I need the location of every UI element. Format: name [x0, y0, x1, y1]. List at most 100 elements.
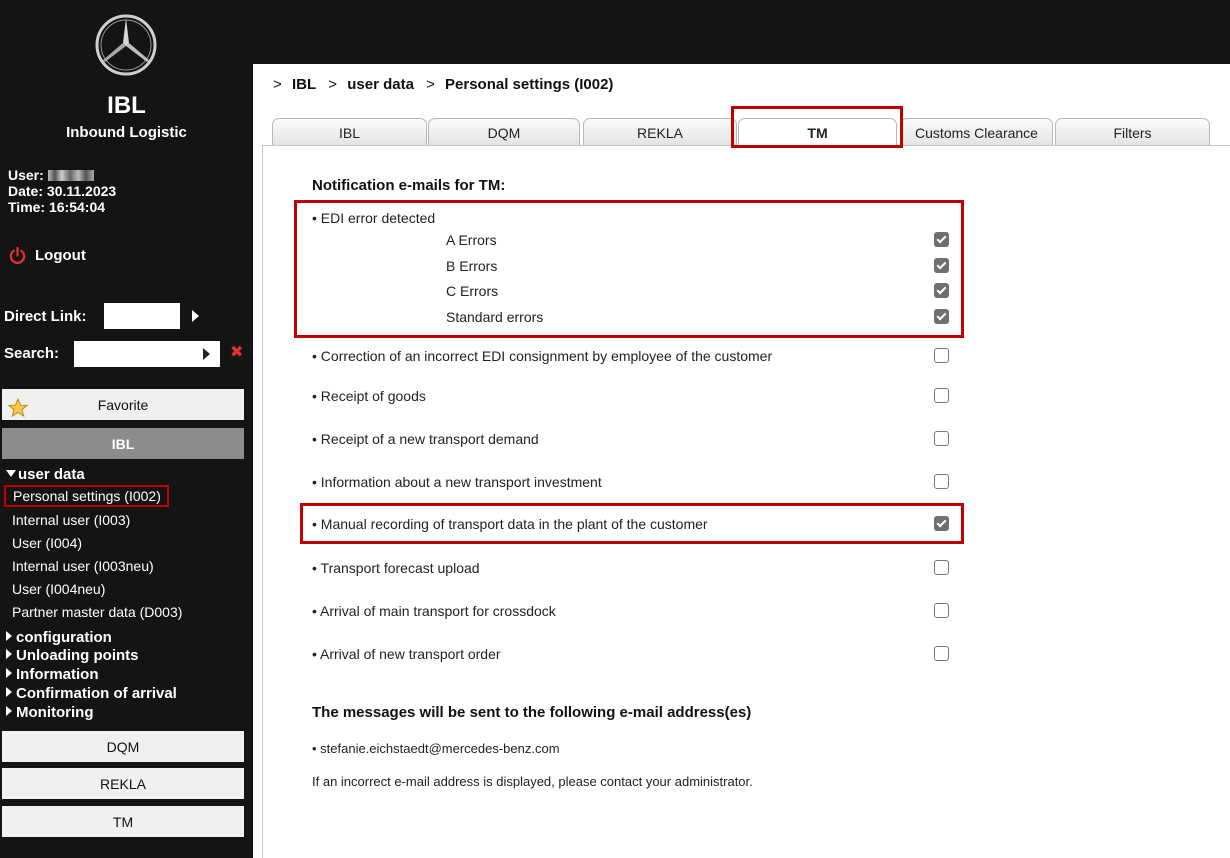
- logout-button[interactable]: Logout: [8, 246, 86, 265]
- direct-link-go-icon[interactable]: [192, 310, 199, 322]
- option-manual-recording-label: • Manual recording of transport data in …: [312, 516, 708, 532]
- direct-link-label: Direct Link:: [4, 307, 87, 325]
- tab-customs-clearance[interactable]: Customs Clearance: [900, 118, 1053, 146]
- tab-bar: IBL DQM REKLA TM Customs Clearance Filte…: [262, 118, 1230, 147]
- tree-user-data-label: user data: [18, 466, 85, 483]
- b-errors-checkbox[interactable]: [934, 258, 949, 273]
- user-name-redacted: [47, 170, 94, 181]
- user-line: User:: [8, 167, 116, 183]
- tree-unloading-points-label: Unloading points: [16, 647, 139, 664]
- tab-rekla[interactable]: REKLA: [583, 118, 737, 146]
- breadcrumb-user-data[interactable]: user data: [347, 76, 414, 93]
- option-transport-investment-label: • Information about a new transport inve…: [312, 474, 602, 490]
- sidebar-item-internal-user-i003neu[interactable]: Internal user (I003neu): [12, 557, 154, 575]
- option-new-order-label: • Arrival of new transport order: [312, 646, 501, 662]
- option-transport-demand-label: • Receipt of a new transport demand: [312, 431, 539, 447]
- sidebar-dqm-button[interactable]: DQM: [2, 731, 244, 762]
- tree-information-label: Information: [16, 666, 99, 683]
- option-forecast-upload-label: • Transport forecast upload: [312, 560, 480, 576]
- tree-information[interactable]: Information: [6, 666, 99, 684]
- recipient-email: • stefanie.eichstaedt@mercedes-benz.com: [312, 741, 560, 756]
- collapsed-icon: [6, 687, 12, 697]
- breadcrumb-separator: >: [426, 76, 435, 93]
- tab-dqm[interactable]: DQM: [428, 118, 580, 146]
- option-correction-label: • Correction of an incorrect EDI consign…: [312, 348, 773, 364]
- collapsed-icon: [6, 631, 12, 641]
- sidebar-item-partner-master-data[interactable]: Partner master data (D003): [12, 603, 182, 621]
- c-errors-checkbox[interactable]: [934, 283, 949, 298]
- search-input[interactable]: [74, 341, 220, 367]
- option-manual-recording-checkbox[interactable]: [934, 516, 949, 531]
- breadcrumb-current: Personal settings (I002): [445, 76, 614, 93]
- logout-label: Logout: [35, 247, 86, 264]
- star-icon: [8, 398, 28, 418]
- recipient-hint: If an incorrect e-mail address is displa…: [312, 774, 753, 789]
- standard-errors-label: Standard errors: [446, 309, 544, 325]
- app-title: IBL: [107, 92, 146, 119]
- breadcrumb-separator: >: [273, 76, 282, 93]
- search-label: Search:: [4, 345, 60, 362]
- sidebar-item-user-i004[interactable]: User (I004): [12, 534, 82, 552]
- standard-errors-checkbox[interactable]: [934, 309, 949, 324]
- app-subtitle: Inbound Logistic: [66, 124, 187, 141]
- clear-search-icon[interactable]: ✖: [230, 345, 243, 361]
- sidebar: IBL Inbound Logistic User: Date: 30.11.2…: [0, 0, 253, 858]
- tab-filters[interactable]: Filters: [1055, 118, 1210, 146]
- tree-user-data[interactable]: user data: [6, 466, 85, 484]
- direct-link-row: Direct Link:: [4, 303, 249, 329]
- page: IBL Inbound Logistic User: Date: 30.11.2…: [0, 0, 1230, 858]
- option-receipt-goods-checkbox[interactable]: [934, 388, 949, 403]
- breadcrumb-separator: >: [328, 76, 338, 93]
- option-receipt-goods-label: • Receipt of goods: [312, 388, 426, 404]
- search-row: Search: ✖: [4, 341, 249, 367]
- time-label: Time:: [8, 199, 46, 215]
- sidebar-item-user-i004neu[interactable]: User (I004neu): [12, 580, 105, 598]
- breadcrumb: > IBL > user data > Personal settings (I…: [273, 76, 613, 93]
- content-left-border: [262, 145, 263, 858]
- tree-unloading-points[interactable]: Unloading points: [6, 647, 138, 665]
- tree-configuration-label: configuration: [16, 629, 112, 646]
- user-label: User:: [8, 167, 44, 183]
- tree-configuration[interactable]: configuration: [6, 629, 112, 647]
- time-line: Time: 16:54:04: [8, 199, 116, 215]
- a-errors-label: A Errors: [446, 232, 497, 248]
- tree-confirmation-of-arrival[interactable]: Confirmation of arrival: [6, 685, 177, 703]
- recipients-title: The messages will be sent to the followi…: [312, 704, 752, 721]
- sidebar-tm-button[interactable]: TM: [2, 806, 244, 837]
- a-errors-checkbox[interactable]: [934, 232, 949, 247]
- sidebar-item-internal-user-i003[interactable]: Internal user (I003): [12, 511, 130, 529]
- collapsed-icon: [6, 706, 12, 716]
- favorite-label: Favorite: [97, 396, 149, 413]
- mercedes-star-logo: [95, 14, 157, 76]
- sidebar-item-personal-settings[interactable]: Personal settings (I002): [4, 485, 169, 507]
- date-label: Date:: [8, 183, 44, 199]
- option-crossdock-checkbox[interactable]: [934, 603, 949, 618]
- ibl-section-header[interactable]: IBL: [2, 428, 244, 459]
- c-errors-label: C Errors: [446, 283, 499, 299]
- tab-ibl[interactable]: IBL: [272, 118, 427, 146]
- tab-tm[interactable]: TM: [738, 118, 897, 147]
- date-line: Date: 30.11.2023: [8, 183, 116, 199]
- date-value: 30.11.2023: [46, 183, 117, 199]
- breadcrumb-ibl[interactable]: IBL: [292, 76, 316, 93]
- direct-link-input[interactable]: [104, 303, 180, 329]
- option-new-order-checkbox[interactable]: [934, 646, 949, 661]
- b-errors-label: B Errors: [446, 258, 498, 274]
- option-transport-demand-checkbox[interactable]: [934, 431, 949, 446]
- favorite-button[interactable]: Favorite: [2, 389, 244, 420]
- option-forecast-upload-checkbox[interactable]: [934, 560, 949, 575]
- search-go-icon[interactable]: [203, 348, 210, 360]
- tree-monitoring-label: Monitoring: [16, 704, 94, 721]
- option-transport-investment-checkbox[interactable]: [934, 474, 949, 489]
- session-info: User: Date: 30.11.2023 Time: 16:54:04: [8, 167, 116, 215]
- collapsed-icon: [6, 668, 12, 678]
- power-icon: [9, 246, 26, 264]
- top-bar: [253, 0, 1230, 64]
- time-value: 16:54:04: [48, 199, 106, 215]
- notifications-title: Notification e-mails for TM:: [312, 177, 506, 194]
- option-crossdock-label: • Arrival of main transport for crossdoc…: [312, 603, 556, 619]
- sidebar-rekla-button[interactable]: REKLA: [2, 768, 244, 799]
- option-correction-checkbox[interactable]: [934, 348, 949, 363]
- edi-error-label: • EDI error detected: [312, 210, 436, 226]
- tree-monitoring[interactable]: Monitoring: [6, 704, 93, 722]
